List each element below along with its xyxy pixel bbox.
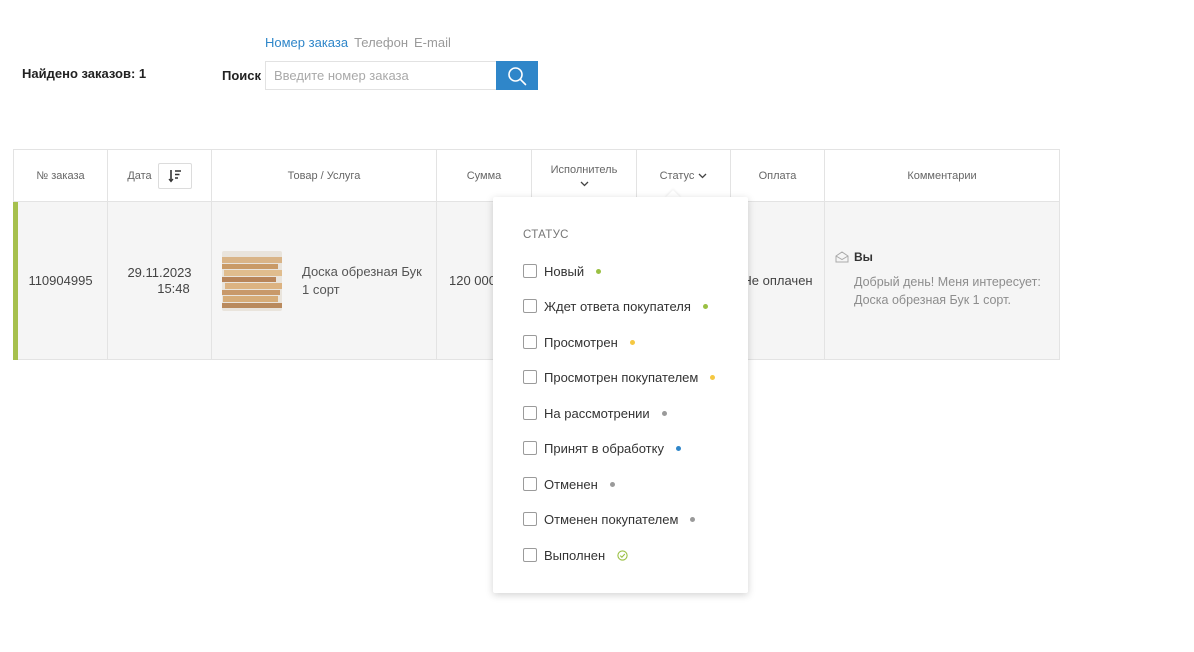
search-label: Поиск bbox=[222, 68, 262, 83]
date-sort-button[interactable] bbox=[157, 162, 192, 189]
header-date-label: Дата bbox=[127, 169, 152, 182]
comments-cell[interactable]: Вы Добрый день! Меня интересует: Доска о… bbox=[825, 202, 1059, 359]
status-option-completed[interactable]: Выполнен bbox=[523, 546, 628, 564]
comment-text: Добрый день! Меня интересует: Доска обре… bbox=[854, 275, 1041, 307]
product-image[interactable] bbox=[222, 250, 282, 311]
checkbox[interactable] bbox=[523, 370, 537, 384]
status-dot bbox=[661, 410, 667, 416]
status-filter-dropdown: СТАТУС Новый Ждет ответа покупателя Прос… bbox=[493, 197, 748, 593]
product-name[interactable]: Доска обрезная Бук 1 сорт bbox=[302, 263, 430, 299]
status-dot bbox=[609, 481, 615, 487]
header-payment-label: Оплата bbox=[758, 169, 797, 182]
product-cell: Доска обрезная Бук 1 сорт bbox=[212, 202, 437, 359]
search-tab-email[interactable]: E-mail bbox=[414, 35, 451, 50]
search-tab-order-number[interactable]: Номер заказа bbox=[265, 35, 348, 50]
status-dot bbox=[629, 339, 635, 345]
payment-status: Не оплачен bbox=[742, 273, 813, 288]
check-circle-icon bbox=[617, 549, 628, 561]
order-number: 110904995 bbox=[28, 273, 93, 288]
header-date: Дата bbox=[108, 150, 212, 201]
date-cell: 29.11.2023 15:48 bbox=[108, 202, 212, 359]
status-option-label: На рассмотрении bbox=[544, 405, 650, 421]
lumber-stack-image bbox=[222, 250, 282, 311]
checkbox[interactable] bbox=[523, 335, 537, 349]
status-dot bbox=[596, 268, 602, 274]
header-payment: Оплата bbox=[731, 150, 825, 201]
checkbox[interactable] bbox=[523, 299, 537, 313]
status-option-label: Принят в обработку bbox=[544, 440, 664, 456]
search-icon bbox=[508, 66, 527, 85]
search-tab-phone[interactable]: Телефон bbox=[354, 35, 408, 50]
comment-header: Вы bbox=[835, 250, 873, 264]
header-product-label: Товар / Услуга bbox=[287, 169, 361, 182]
sort-descending-icon bbox=[168, 169, 181, 183]
checkbox[interactable] bbox=[523, 477, 537, 491]
checkbox[interactable] bbox=[523, 264, 537, 278]
header-order-number-label: № заказа bbox=[36, 169, 85, 182]
search-input[interactable] bbox=[265, 61, 496, 90]
checkbox[interactable] bbox=[523, 512, 537, 526]
header-product: Товар / Услуга bbox=[212, 150, 437, 201]
status-dot bbox=[675, 445, 681, 451]
status-option-viewed[interactable]: Просмотрен bbox=[523, 333, 635, 351]
status-option-label: Отменен bbox=[544, 476, 598, 492]
checkbox[interactable] bbox=[523, 548, 537, 562]
search-button[interactable] bbox=[496, 61, 538, 90]
status-option-label: Просмотрен покупателем bbox=[544, 369, 699, 385]
search-mode-tabs: Номер заказа Телефон E-mail bbox=[265, 35, 451, 50]
checkbox[interactable] bbox=[523, 441, 537, 455]
header-status[interactable]: Статус bbox=[637, 150, 731, 201]
status-option-cancelled[interactable]: Отменен bbox=[523, 475, 615, 493]
header-comments: Комментарии bbox=[825, 150, 1059, 201]
header-sum-label: Сумма bbox=[466, 169, 502, 182]
header-order-number: № заказа bbox=[14, 150, 108, 201]
status-option-viewed-by-buyer[interactable]: Просмотрен покупателем bbox=[523, 368, 716, 386]
status-option-label: Просмотрен bbox=[544, 334, 618, 350]
status-option-cancelled-by-buyer[interactable]: Отменен покупателем bbox=[523, 510, 696, 528]
checkbox[interactable] bbox=[523, 406, 537, 420]
table-header-row: № заказа Дата Товар / Услуга Сумма Испол… bbox=[14, 150, 1059, 202]
chevron-down-icon bbox=[698, 173, 707, 178]
status-option-label: Отменен покупателем bbox=[544, 511, 679, 527]
status-option-label: Новый bbox=[544, 263, 585, 279]
status-option-new[interactable]: Новый bbox=[523, 262, 602, 280]
status-option-label: Выполнен bbox=[544, 547, 606, 563]
orders-found-count: Найдено заказов: 1 bbox=[22, 66, 147, 81]
chevron-down-icon bbox=[580, 181, 588, 187]
status-dot bbox=[690, 516, 696, 522]
row-status-marker bbox=[13, 202, 18, 360]
header-executor[interactable]: Исполнитель bbox=[532, 150, 637, 201]
order-number-cell: 110904995 bbox=[14, 202, 108, 359]
header-executor-label: Исполнитель bbox=[550, 164, 618, 176]
status-option-label: Ждет ответа покупателя bbox=[544, 298, 691, 314]
order-time: 15:48 bbox=[157, 280, 190, 296]
header-sum: Сумма bbox=[437, 150, 532, 201]
header-comments-label: Комментарии bbox=[907, 169, 977, 182]
comment-author: Вы bbox=[854, 250, 873, 264]
envelope-open-icon bbox=[835, 251, 849, 263]
header-status-label: Статус bbox=[659, 169, 695, 182]
status-dot bbox=[710, 374, 716, 380]
status-option-awaiting-buyer[interactable]: Ждет ответа покупателя bbox=[523, 297, 708, 315]
status-option-in-processing[interactable]: Принят в обработку bbox=[523, 439, 681, 457]
order-sum: 120 000 bbox=[449, 273, 496, 288]
status-dot bbox=[702, 303, 708, 309]
dropdown-title: СТАТУС bbox=[523, 229, 569, 241]
status-option-under-review[interactable]: На рассмотрении bbox=[523, 404, 667, 422]
order-date: 29.11.2023 bbox=[127, 264, 192, 280]
